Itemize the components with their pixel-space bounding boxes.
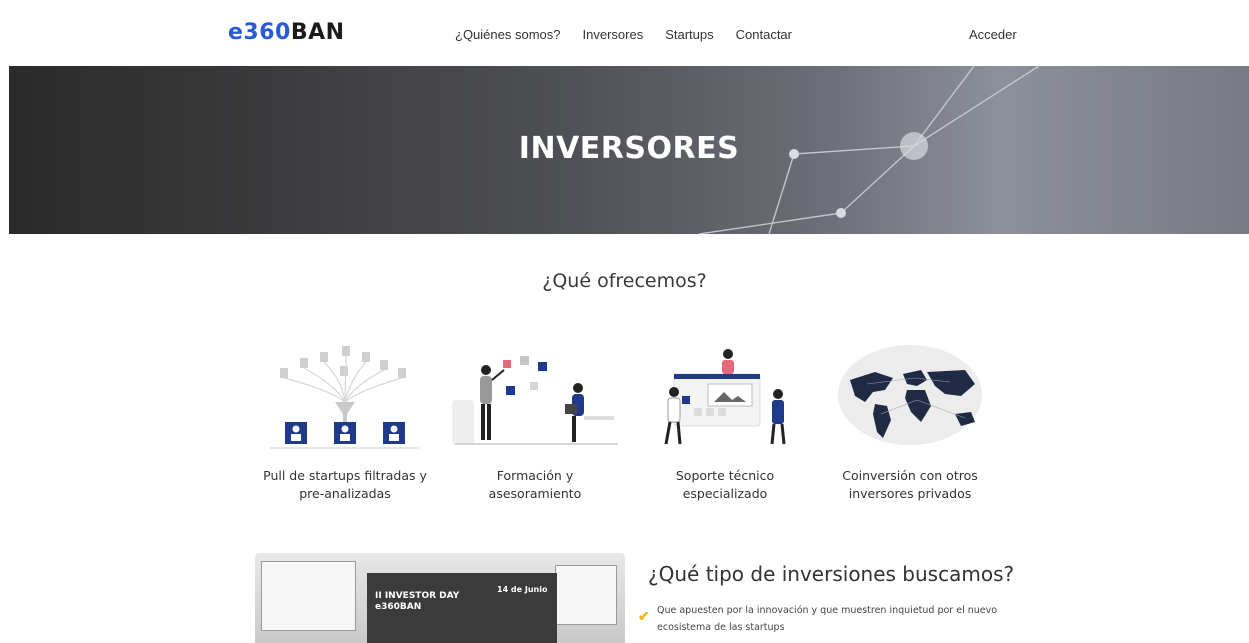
feature-caption-startups: Pull de startups filtradas y pre-analiza…: [240, 467, 450, 503]
training-icon: [452, 356, 618, 445]
hero-title: INVERSORES: [518, 131, 740, 166]
logo-text-part2: BAN: [290, 20, 345, 45]
nav-item-inversores[interactable]: Inversores: [583, 27, 644, 42]
feature-caption-line: asesoramiento: [488, 486, 582, 501]
feature-caption-line: pre-analizadas: [299, 486, 391, 501]
main-nav: ¿Quiénes somos? Inversores Startups Cont…: [455, 27, 792, 42]
startup-funnel-icon: [270, 346, 420, 449]
feature-caption-line: inversores privados: [848, 486, 972, 501]
check-icon: ✔: [638, 608, 650, 624]
investment-criteria-item: Que apuesten por la innovación y que mue…: [657, 605, 998, 633]
nav-item-startups[interactable]: Startups: [665, 27, 713, 42]
feature-caption-line: Pull de startups filtradas y: [263, 468, 427, 483]
feature-caption-line: Soporte técnico: [675, 468, 775, 483]
event-banner: II INVESTOR DAY e360BAN 14 de Junio: [367, 573, 557, 643]
event-date: 14 de Junio: [497, 585, 548, 594]
hero-banner: INVERSORES: [9, 66, 1249, 234]
nav-item-quienes-somos[interactable]: ¿Quiénes somos?: [455, 27, 561, 42]
site-header: e360BAN ¿Quiénes somos? Inversores Start…: [0, 0, 1249, 66]
support-icon: [664, 349, 786, 445]
investments-section-title: ¿Qué tipo de inversiones buscamos?: [648, 562, 1015, 586]
nav-item-contactar[interactable]: Contactar: [736, 27, 792, 42]
event-title: II INVESTOR DAY e360BAN: [375, 591, 459, 613]
event-title-line: e360BAN: [375, 602, 422, 612]
event-title-line: II INVESTOR DAY: [375, 591, 460, 601]
world-map-icon: [838, 345, 982, 445]
feature-caption-coinversion: Coinversión con otros inversores privado…: [805, 467, 1015, 503]
login-link[interactable]: Acceder: [969, 27, 1017, 42]
feature-caption-soporte: Soporte técnico especializado: [620, 467, 830, 503]
feature-caption-line: especializado: [682, 486, 768, 501]
investor-day-photo: II INVESTOR DAY e360BAN 14 de Junio: [255, 553, 625, 643]
whiteboard: [555, 565, 617, 625]
feature-caption-line: Formación y: [496, 468, 574, 483]
logo-text-part1: e360: [228, 20, 291, 45]
feature-caption-line: Coinversión con otros: [842, 468, 978, 483]
offer-section-title: ¿Qué ofrecemos?: [542, 270, 707, 292]
feature-caption-formacion: Formación y asesoramiento: [430, 467, 640, 503]
whiteboard: [261, 561, 356, 631]
logo[interactable]: e360BAN: [228, 20, 345, 45]
